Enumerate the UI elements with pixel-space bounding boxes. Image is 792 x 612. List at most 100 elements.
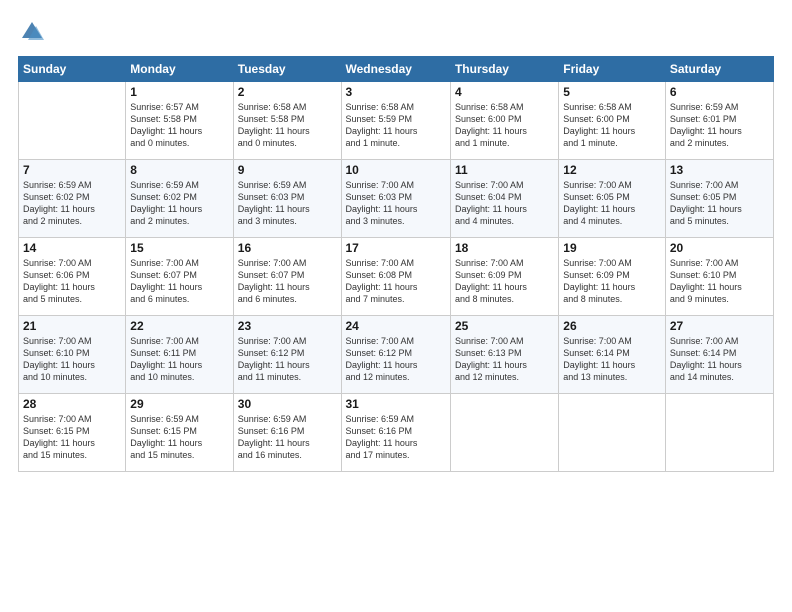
day-number: 18 — [455, 241, 554, 255]
calendar-cell: 19Sunrise: 7:00 AMSunset: 6:09 PMDayligh… — [559, 238, 666, 316]
day-number: 27 — [670, 319, 769, 333]
calendar-cell: 6 Sunrise: 6:59 AMSunset: 6:01 PMDaylight… — [665, 82, 773, 160]
day-number: 15 — [130, 241, 228, 255]
day-info: Sunrise: 6:59 AMSunset: 6:15 PMDaylight:… — [130, 413, 228, 462]
day-number: 28 — [23, 397, 121, 411]
calendar-cell: 2Sunrise: 6:58 AMSunset: 5:58 PMDaylight… — [233, 82, 341, 160]
week-row-3: 21 Sunrise: 7:00 AMSunset: 6:10 PMDayligh… — [19, 316, 774, 394]
calendar-cell: 23 Sunrise: 7:00 AMSunset: 6:12 PMDayligh… — [233, 316, 341, 394]
calendar-cell: 21 Sunrise: 7:00 AMSunset: 6:10 PMDayligh… — [19, 316, 126, 394]
page: Sunday Monday Tuesday Wednesday Thursday… — [0, 0, 792, 612]
day-info: Sunrise: 6:59 AMSunset: 6:01 PMDaylight:… — [670, 101, 769, 150]
day-info: Sunrise: 6:57 AMSunset: 5:58 PMDaylight:… — [130, 101, 228, 150]
calendar-cell: 27 Sunrise: 7:00 AMSunset: 6:14 PMDayligh… — [665, 316, 773, 394]
day-info: Sunrise: 6:58 AMSunset: 6:00 PMDaylight:… — [455, 101, 554, 150]
day-number: 6 — [670, 85, 769, 99]
calendar-cell: 30Sunrise: 6:59 AMSunset: 6:16 PMDayligh… — [233, 394, 341, 472]
day-number: 20 — [670, 241, 769, 255]
week-row-0: 1 Sunrise: 6:57 AMSunset: 5:58 PMDaylight… — [19, 82, 774, 160]
day-number: 3 — [346, 85, 446, 99]
day-number: 9 — [238, 163, 337, 177]
day-info: Sunrise: 7:00 AMSunset: 6:09 PMDaylight:… — [455, 257, 554, 306]
day-info: Sunrise: 7:00 AMSunset: 6:07 PMDaylight:… — [238, 257, 337, 306]
calendar-cell: 26 Sunrise: 7:00 AMSunset: 6:14 PMDayligh… — [559, 316, 666, 394]
day-info: Sunrise: 7:00 AMSunset: 6:14 PMDaylight:… — [563, 335, 661, 384]
day-info: Sunrise: 6:59 AMSunset: 6:16 PMDaylight:… — [346, 413, 446, 462]
day-number: 25 — [455, 319, 554, 333]
calendar-cell: 9Sunrise: 6:59 AMSunset: 6:03 PMDaylight… — [233, 160, 341, 238]
day-info: Sunrise: 7:00 AMSunset: 6:11 PMDaylight:… — [130, 335, 228, 384]
day-number: 29 — [130, 397, 228, 411]
day-number: 10 — [346, 163, 446, 177]
calendar-cell: 4Sunrise: 6:58 AMSunset: 6:00 PMDaylight… — [450, 82, 558, 160]
calendar-cell: 15Sunrise: 7:00 AMSunset: 6:07 PMDayligh… — [126, 238, 233, 316]
calendar-cell: 7Sunrise: 6:59 AMSunset: 6:02 PMDaylight… — [19, 160, 126, 238]
calendar-cell: 25 Sunrise: 7:00 AMSunset: 6:13 PMDayligh… — [450, 316, 558, 394]
header — [18, 18, 774, 46]
calendar-cell — [665, 394, 773, 472]
col-saturday: Saturday — [665, 57, 773, 82]
day-number: 22 — [130, 319, 228, 333]
calendar-cell: 31 Sunrise: 6:59 AMSunset: 6:16 PMDayligh… — [341, 394, 450, 472]
col-friday: Friday — [559, 57, 666, 82]
day-info: Sunrise: 7:00 AMSunset: 6:14 PMDaylight:… — [670, 335, 769, 384]
day-number: 12 — [563, 163, 661, 177]
day-info: Sunrise: 6:59 AMSunset: 6:02 PMDaylight:… — [23, 179, 121, 228]
calendar-cell — [450, 394, 558, 472]
day-info: Sunrise: 7:00 AMSunset: 6:03 PMDaylight:… — [346, 179, 446, 228]
calendar-cell: 14Sunrise: 7:00 AMSunset: 6:06 PMDayligh… — [19, 238, 126, 316]
week-row-1: 7Sunrise: 6:59 AMSunset: 6:02 PMDaylight… — [19, 160, 774, 238]
day-info: Sunrise: 7:00 AMSunset: 6:10 PMDaylight:… — [23, 335, 121, 384]
day-number: 1 — [130, 85, 228, 99]
col-wednesday: Wednesday — [341, 57, 450, 82]
calendar-cell: 13 Sunrise: 7:00 AMSunset: 6:05 PMDayligh… — [665, 160, 773, 238]
logo-icon — [18, 18, 46, 46]
calendar-cell: 24 Sunrise: 7:00 AMSunset: 6:12 PMDayligh… — [341, 316, 450, 394]
calendar-cell: 29 Sunrise: 6:59 AMSunset: 6:15 PMDayligh… — [126, 394, 233, 472]
calendar-cell — [19, 82, 126, 160]
day-info: Sunrise: 7:00 AMSunset: 6:05 PMDaylight:… — [670, 179, 769, 228]
day-number: 13 — [670, 163, 769, 177]
header-row: Sunday Monday Tuesday Wednesday Thursday… — [19, 57, 774, 82]
col-sunday: Sunday — [19, 57, 126, 82]
day-number: 31 — [346, 397, 446, 411]
calendar-cell: 10 Sunrise: 7:00 AMSunset: 6:03 PMDayligh… — [341, 160, 450, 238]
day-info: Sunrise: 6:59 AMSunset: 6:02 PMDaylight:… — [130, 179, 228, 228]
calendar-cell: 28 Sunrise: 7:00 AMSunset: 6:15 PMDayligh… — [19, 394, 126, 472]
day-info: Sunrise: 7:00 AMSunset: 6:10 PMDaylight:… — [670, 257, 769, 306]
day-info: Sunrise: 7:00 AMSunset: 6:15 PMDaylight:… — [23, 413, 121, 462]
calendar-cell: 17Sunrise: 7:00 AMSunset: 6:08 PMDayligh… — [341, 238, 450, 316]
col-thursday: Thursday — [450, 57, 558, 82]
day-number: 5 — [563, 85, 661, 99]
day-info: Sunrise: 7:00 AMSunset: 6:05 PMDaylight:… — [563, 179, 661, 228]
calendar-cell: 11 Sunrise: 7:00 AMSunset: 6:04 PMDayligh… — [450, 160, 558, 238]
day-number: 23 — [238, 319, 337, 333]
day-info: Sunrise: 6:58 AMSunset: 6:00 PMDaylight:… — [563, 101, 661, 150]
day-number: 11 — [455, 163, 554, 177]
day-number: 26 — [563, 319, 661, 333]
day-number: 24 — [346, 319, 446, 333]
calendar-cell: 8Sunrise: 6:59 AMSunset: 6:02 PMDaylight… — [126, 160, 233, 238]
day-info: Sunrise: 7:00 AMSunset: 6:13 PMDaylight:… — [455, 335, 554, 384]
calendar-cell: 1 Sunrise: 6:57 AMSunset: 5:58 PMDaylight… — [126, 82, 233, 160]
day-info: Sunrise: 6:59 AMSunset: 6:16 PMDaylight:… — [238, 413, 337, 462]
calendar-cell: 22 Sunrise: 7:00 AMSunset: 6:11 PMDayligh… — [126, 316, 233, 394]
day-number: 16 — [238, 241, 337, 255]
week-row-2: 14Sunrise: 7:00 AMSunset: 6:06 PMDayligh… — [19, 238, 774, 316]
calendar-cell: 16 Sunrise: 7:00 AMSunset: 6:07 PMDayligh… — [233, 238, 341, 316]
calendar-cell: 20 Sunrise: 7:00 AMSunset: 6:10 PMDayligh… — [665, 238, 773, 316]
day-number: 21 — [23, 319, 121, 333]
col-tuesday: Tuesday — [233, 57, 341, 82]
day-number: 19 — [563, 241, 661, 255]
col-monday: Monday — [126, 57, 233, 82]
week-row-4: 28 Sunrise: 7:00 AMSunset: 6:15 PMDayligh… — [19, 394, 774, 472]
day-info: Sunrise: 6:58 AMSunset: 5:59 PMDaylight:… — [346, 101, 446, 150]
day-number: 14 — [23, 241, 121, 255]
day-info: Sunrise: 7:00 AMSunset: 6:12 PMDaylight:… — [238, 335, 337, 384]
day-info: Sunrise: 6:58 AMSunset: 5:58 PMDaylight:… — [238, 101, 337, 150]
logo — [18, 18, 50, 46]
day-info: Sunrise: 7:00 AMSunset: 6:12 PMDaylight:… — [346, 335, 446, 384]
calendar-cell: 3 Sunrise: 6:58 AMSunset: 5:59 PMDaylight… — [341, 82, 450, 160]
day-info: Sunrise: 7:00 AMSunset: 6:04 PMDaylight:… — [455, 179, 554, 228]
calendar-cell: 5 Sunrise: 6:58 AMSunset: 6:00 PMDaylight… — [559, 82, 666, 160]
